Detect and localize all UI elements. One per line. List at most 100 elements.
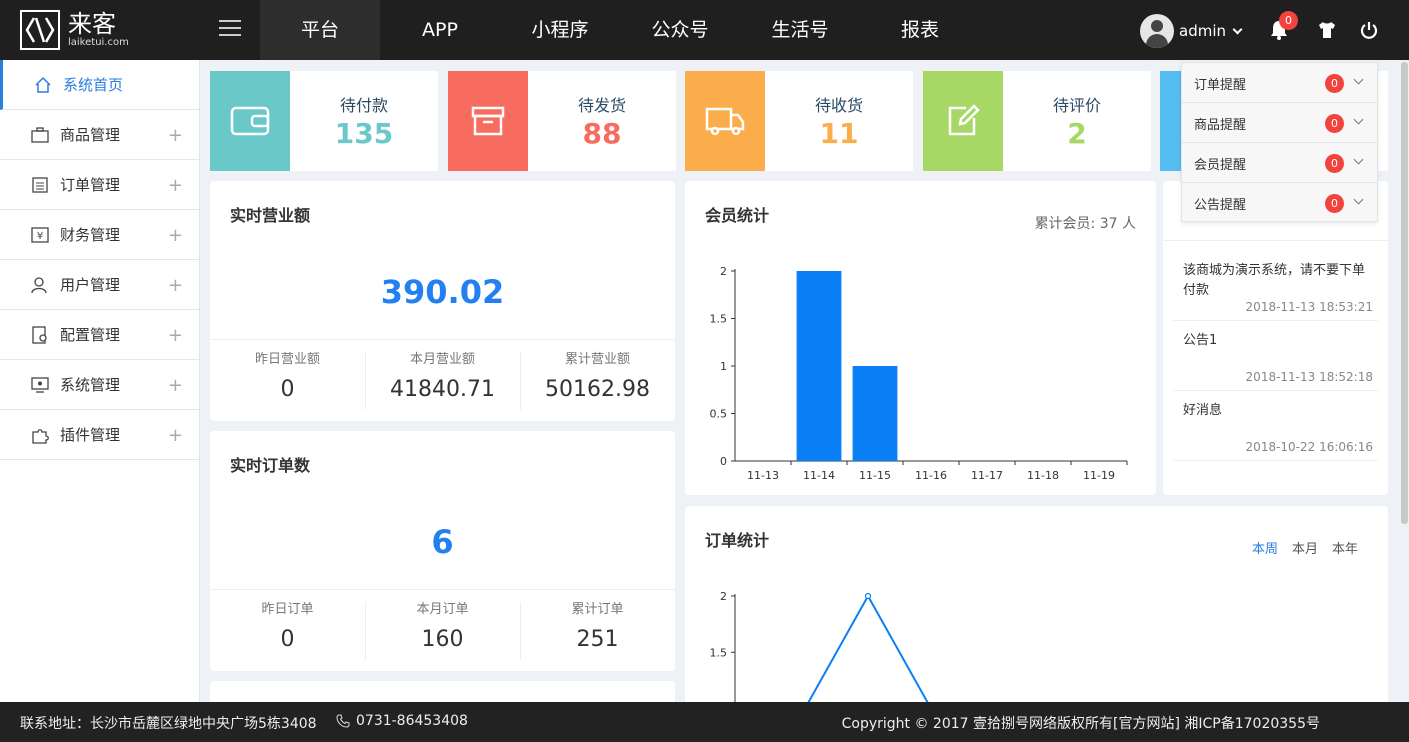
- stat-card-pending-receipt[interactable]: 待收货 11: [685, 71, 913, 171]
- sidebar-item-label: 系统管理: [60, 376, 121, 394]
- plus-icon[interactable]: +: [168, 225, 183, 246]
- sidebar-item-home[interactable]: 系统首页: [0, 60, 199, 110]
- avatar: [1140, 14, 1174, 48]
- nav-platform[interactable]: 平台: [260, 0, 380, 60]
- summary-month: 本月营业额 41840.71: [365, 340, 520, 421]
- panel-title: 实时营业额: [230, 206, 311, 225]
- notice-date: 2018-11-13 18:53:21: [1245, 300, 1373, 314]
- member-stats-panel: 会员统计 累计会员: 37 人 0 0.5 1 1.5 2 11-13 11-14 11-15…: [685, 181, 1156, 495]
- reminder-products[interactable]: 商品提醒 0: [1182, 103, 1377, 143]
- x-tick-label: 11-13: [747, 469, 779, 482]
- x-tick-label: 11-16: [915, 469, 947, 482]
- orders-value: 6: [431, 523, 454, 561]
- notice-item[interactable]: 公告1 2018-11-13 18:52:18: [1173, 321, 1378, 391]
- plus-icon[interactable]: +: [168, 175, 183, 196]
- plus-icon[interactable]: +: [168, 425, 183, 446]
- stat-value: 2: [1067, 117, 1087, 150]
- notice-item[interactable]: 好消息 2018-10-22 16:06:16: [1173, 391, 1378, 461]
- stat-card-pending-payment[interactable]: 待付款 135: [210, 71, 438, 171]
- power-icon[interactable]: [1359, 20, 1379, 40]
- plus-icon[interactable]: +: [168, 375, 183, 396]
- phone-icon: [336, 714, 350, 728]
- shirt-icon[interactable]: [1317, 20, 1337, 40]
- orders-summary: 昨日订单 0 本月订单 160 累计订单 251: [210, 589, 675, 671]
- footer-address: 联系地址：长沙市岳麓区绿地中央广场5栋3408: [20, 716, 317, 732]
- nav-life-account[interactable]: 生活号: [740, 0, 860, 60]
- notification-badge: 0: [1279, 11, 1298, 30]
- notice-text: 该商城为演示系统，请不要下单付款: [1183, 263, 1366, 298]
- nav-mini-program[interactable]: 小程序: [500, 0, 620, 60]
- x-tick-label: 11-15: [859, 469, 891, 482]
- summary-label: 昨日营业额: [254, 352, 320, 367]
- reminder-notices[interactable]: 公告提醒 0: [1182, 183, 1377, 223]
- stat-card-pending-shipment[interactable]: 待发货 88: [448, 71, 676, 171]
- summary-total: 累计营业额 50162.98: [520, 340, 675, 421]
- stat-value: 135: [334, 117, 394, 150]
- y-tick-label: 0: [720, 455, 727, 468]
- reminder-badge: 0: [1325, 74, 1344, 93]
- top-bar: 来客 laiketui.com 平台 APP 小程序 公众号 生活号 报表 ad…: [0, 0, 1409, 60]
- bottom-panel: [210, 681, 675, 702]
- y-tick-label: 2: [720, 590, 727, 603]
- y-tick-label: 1: [720, 360, 727, 373]
- sidebar-item-finance[interactable]: ¥ 财务管理 +: [0, 210, 199, 260]
- summary-label: 累计营业额: [564, 352, 630, 367]
- y-tick-label: 1.5: [710, 646, 728, 659]
- revenue-value: 390.02: [380, 273, 505, 311]
- puzzle-icon: [30, 426, 50, 444]
- reminder-members[interactable]: 会员提醒 0: [1182, 143, 1377, 183]
- chevron-down-icon: [1353, 74, 1364, 85]
- nav-official-account[interactable]: 公众号: [620, 0, 740, 60]
- nav-app[interactable]: APP: [380, 0, 500, 60]
- reminder-orders[interactable]: 订单提醒 0: [1182, 63, 1377, 103]
- notice-item[interactable]: 该商城为演示系统，请不要下单付款 2018-11-13 18:53:21: [1173, 251, 1378, 321]
- plus-icon[interactable]: +: [168, 275, 183, 296]
- sidebar-item-plugins[interactable]: 插件管理 +: [0, 410, 199, 460]
- sidebar-item-products[interactable]: 商品管理 +: [0, 110, 199, 160]
- user-name: admin: [1179, 22, 1226, 40]
- chevron-down-icon: [1232, 24, 1243, 34]
- bar: [852, 366, 898, 461]
- sidebar-item-system[interactable]: 系统管理 +: [0, 360, 199, 410]
- page-scrollbar[interactable]: [1401, 62, 1408, 524]
- edit-icon: [923, 71, 1003, 171]
- sidebar-item-label: 系统首页: [63, 76, 124, 94]
- hamburger-menu-icon[interactable]: [219, 20, 241, 38]
- stat-value: 88: [582, 117, 622, 150]
- logo-mark-icon: [20, 10, 60, 50]
- reminder-label: 会员提醒: [1194, 158, 1247, 173]
- summary-value: 50162.98: [545, 377, 650, 402]
- stat-label: 待付款: [339, 96, 388, 115]
- panel-title: 实时订单数: [230, 456, 311, 475]
- sidebar-item-users[interactable]: 用户管理 +: [0, 260, 199, 310]
- order-line-chart: 1.52: [710, 590, 929, 702]
- notice-date: 2018-10-22 16:06:16: [1245, 440, 1373, 454]
- summary-value: 0: [280, 377, 295, 402]
- stat-card-pending-review[interactable]: 待评价 2: [923, 71, 1151, 171]
- nav-reports[interactable]: 报表: [860, 0, 980, 60]
- footer-copyright: Copyright © 2017 壹拾捌号网络版权所有[官方网站] 湘ICP备1…: [841, 716, 1320, 732]
- summary-month: 本月订单 160: [365, 590, 520, 671]
- chevron-down-icon: [1353, 114, 1364, 125]
- user-menu[interactable]: admin: [1140, 14, 1243, 48]
- member-bar-chart: 0 0.5 1 1.5 2 11-13 11-14 11-15 11-16 11-17 11-18 1…: [710, 265, 1128, 482]
- logo[interactable]: 来客 laiketui.com: [20, 10, 170, 50]
- x-tick-label: 11-19: [1083, 469, 1115, 482]
- orders-panel: 实时订单数 6 昨日订单 0 本月订单 160 累计订单 251: [210, 431, 675, 671]
- sidebar-item-orders[interactable]: 订单管理 +: [0, 160, 199, 210]
- sidebar-item-label: 财务管理: [60, 226, 121, 244]
- revenue-panel: 实时营业额 390.02 昨日营业额 0 本月营业额 41840.71 累计营业…: [210, 181, 675, 421]
- reminder-label: 公告提醒: [1194, 198, 1247, 213]
- footer-phone: 0731-86453408: [356, 713, 468, 729]
- summary-label: 本月订单: [416, 602, 469, 617]
- sidebar-item-config[interactable]: 配置管理 +: [0, 310, 199, 360]
- summary-yesterday: 昨日营业额 0: [210, 340, 365, 421]
- monitor-icon: [30, 376, 50, 394]
- summary-value: 41840.71: [390, 377, 495, 402]
- y-tick-label: 2: [720, 265, 727, 278]
- plus-icon[interactable]: +: [168, 325, 183, 346]
- notice-text: 好消息: [1183, 403, 1223, 418]
- plus-icon[interactable]: +: [168, 125, 183, 146]
- home-icon: [33, 76, 53, 94]
- top-nav: 平台 APP 小程序 公众号 生活号 报表: [260, 0, 980, 60]
